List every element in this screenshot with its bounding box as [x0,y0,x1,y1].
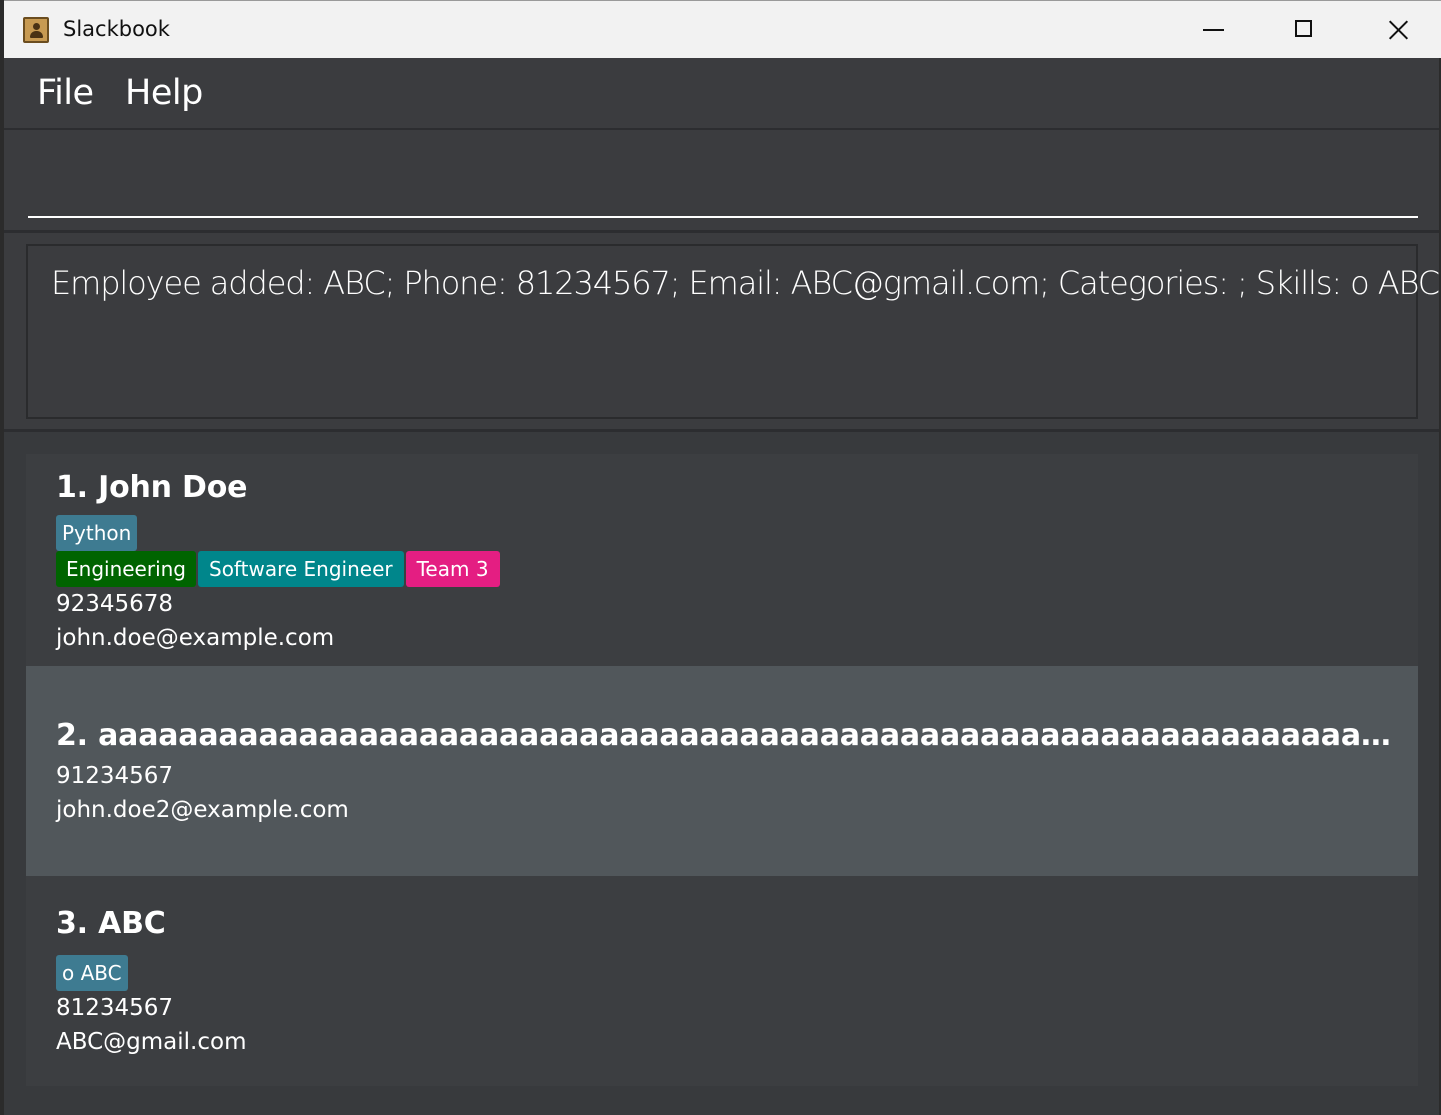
employee-phone: 81234567 [56,995,174,1021]
employee-name: 3. ABC [56,906,166,941]
title-bar[interactable]: Slackbook [4,0,1441,58]
skill-tag: Python [56,515,138,551]
minimize-button[interactable] [1168,1,1258,58]
employee-phone: 91234567 [56,763,174,789]
category-tag: Engineering [56,551,196,587]
employee-card[interactable]: 1. John Doe Python Engineering Software … [26,454,1418,666]
window-title: Slackbook [63,17,170,41]
menu-bar: File Help [4,58,1439,130]
employee-card[interactable]: 3. ABC o ABC 81234567 ABC@gmail.com [26,876,1418,1086]
close-button[interactable] [1352,1,1441,58]
category-tag: Software Engineer [198,551,404,587]
employee-name: 2. aaaaaaaaaaaaaaaaaaaaaaaaaaaaaaaaaaaaa… [56,718,1396,753]
employee-phone: 92345678 [56,591,174,617]
app-window: Slackbook File Help Employee added: ABC;… [0,0,1441,1115]
skill-tags: Python [56,515,138,551]
minimize-icon [1203,29,1224,31]
skill-tags: o ABC [56,955,128,991]
category-tag: Team 3 [405,551,500,587]
employee-email: ABC@gmail.com [56,1029,247,1055]
employee-card-selected[interactable]: 2. aaaaaaaaaaaaaaaaaaaaaaaaaaaaaaaaaaaaa… [26,666,1418,876]
command-box [4,130,1439,233]
maximize-button[interactable] [1259,1,1349,58]
skill-tag: o ABC [56,955,128,991]
employee-list[interactable]: 1. John Doe Python Engineering Software … [4,432,1439,1115]
command-input[interactable] [28,138,1418,218]
contacts-book-icon [23,17,49,43]
maximize-icon [1295,20,1312,37]
menu-file[interactable]: File [37,73,94,113]
result-message: Employee added: ABC; Phone: 81234567; Em… [51,264,1440,302]
employee-email: john.doe@example.com [56,625,335,651]
employee-email: john.doe2@example.com [56,797,349,823]
employee-name: 1. John Doe [56,470,248,505]
menu-help[interactable]: Help [125,73,203,113]
result-display: Employee added: ABC; Phone: 81234567; Em… [4,233,1440,432]
category-tags: Engineering Software Engineer Team 3 [56,551,500,587]
result-text-area[interactable]: Employee added: ABC; Phone: 81234567; Em… [26,244,1440,419]
